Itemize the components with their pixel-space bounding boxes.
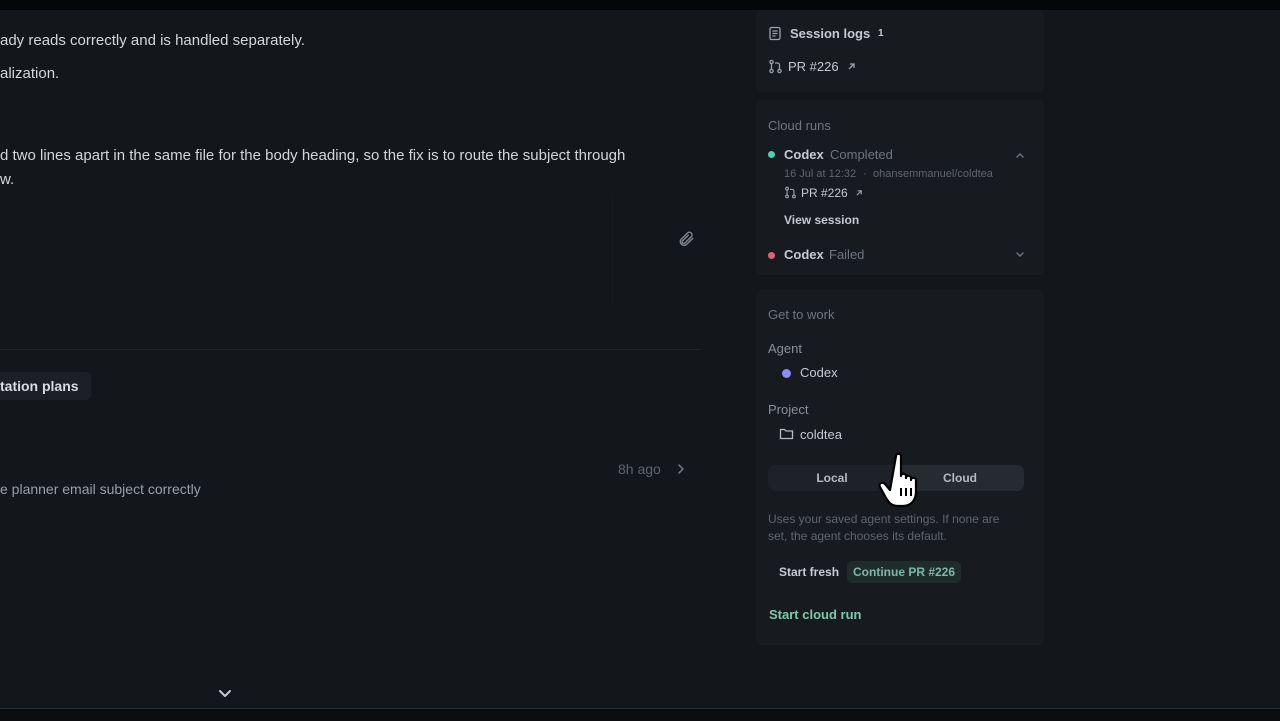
session-card — [756, 10, 1044, 92]
cloud-runs-title: Cloud runs — [768, 118, 831, 133]
task-title-chip[interactable]: tation plans — [0, 372, 91, 400]
start-cloud-run-button[interactable]: Start cloud run — [769, 607, 861, 622]
project-value: coldtea — [800, 427, 842, 442]
task-subtitle: e planner email subject correctly — [0, 481, 201, 497]
run-pr-link[interactable]: PR #226 — [801, 186, 848, 200]
agent-color-dot — [782, 369, 791, 378]
bottom-edge — [0, 708, 1280, 721]
run-status: Failed — [829, 247, 865, 262]
status-dot-failed — [768, 252, 775, 259]
folder-icon — [779, 428, 794, 440]
help-text-line: set, the agent chooses its default. — [768, 529, 947, 543]
external-link-icon — [848, 63, 855, 70]
pull-request-icon — [769, 59, 782, 74]
chevron-right-icon[interactable] — [676, 462, 686, 476]
status-dot-completed — [768, 151, 775, 158]
agent-label: Agent — [768, 341, 802, 356]
local-mode-option[interactable]: Local — [768, 465, 896, 491]
agent-value: Codex — [800, 365, 838, 380]
run-agent-name: Codex — [784, 247, 824, 262]
project-selector[interactable]: coldtea — [772, 423, 858, 445]
task-title: tation plans — [0, 378, 79, 394]
pr-link[interactable]: PR #226 — [788, 59, 839, 74]
view-session-link[interactable]: View session — [784, 213, 859, 227]
external-link-icon — [856, 190, 862, 196]
section-divider — [0, 349, 700, 350]
composer-divider — [612, 195, 613, 305]
top-edge — [0, 0, 1280, 10]
hand-cursor-icon — [878, 452, 918, 508]
get-to-work-title: Get to work — [768, 307, 835, 322]
chevron-up-icon[interactable] — [1015, 151, 1025, 159]
paperclip-icon[interactable] — [677, 230, 695, 248]
message-text-line: alization. — [0, 65, 60, 82]
run-status: Completed — [830, 147, 893, 162]
chevron-down-icon[interactable] — [1015, 251, 1025, 259]
run-agent-name: Codex — [784, 147, 824, 162]
chevron-down-icon[interactable] — [216, 686, 234, 702]
help-text-line: Uses your saved agent settings. If none … — [768, 512, 1000, 526]
continue-pr-button[interactable]: Continue PR #226 — [847, 561, 962, 583]
run-date: 16 Jul at 12:32 — [784, 168, 857, 180]
project-label: Project — [768, 402, 809, 417]
message-text-line: d two lines apart in the same file for t… — [0, 147, 626, 164]
message-text-line: ady reads correctly and is handled separ… — [0, 32, 305, 49]
separator-dot: · — [863, 168, 867, 180]
logs-icon — [769, 26, 781, 41]
run-repo: ohansemmanuel/coldtea — [873, 168, 993, 180]
task-timestamp: 8h ago — [618, 461, 661, 477]
pull-request-icon — [785, 186, 796, 199]
agent-selector[interactable]: Codex — [772, 362, 848, 384]
chat-area: ady reads correctly and is handled separ… — [0, 10, 745, 708]
message-text-line: w. — [0, 171, 15, 188]
start-fresh-button[interactable]: Start fresh — [772, 561, 846, 583]
session-logs-count: 1 — [878, 28, 884, 39]
session-logs-link[interactable]: Session logs — [790, 26, 870, 41]
